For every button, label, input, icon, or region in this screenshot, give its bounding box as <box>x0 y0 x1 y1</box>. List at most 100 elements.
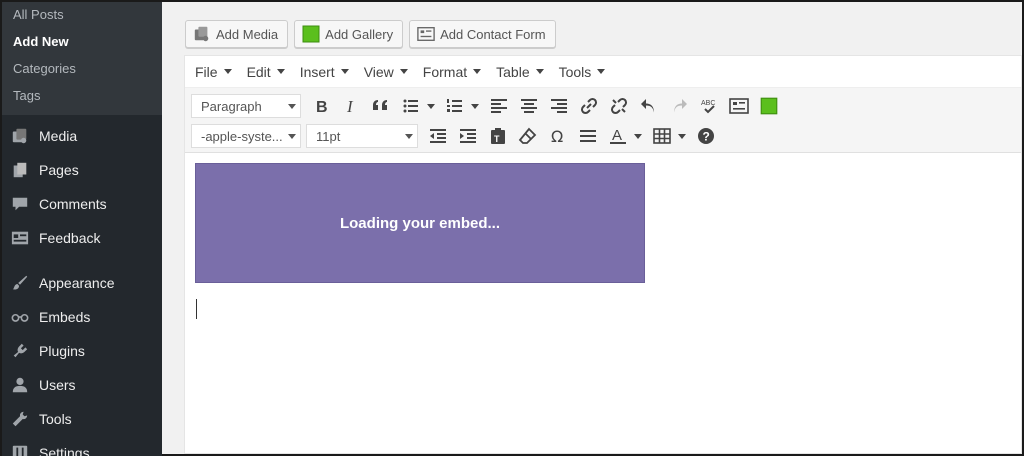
chevron-down-icon <box>399 69 408 74</box>
align-left-icon <box>491 99 507 113</box>
sidebar-item-label: Embeds <box>39 309 91 325</box>
posts-submenu: All Posts Add New Categories Tags <box>2 2 162 115</box>
sidebar-item-label: Users <box>39 377 76 393</box>
paste-text-button[interactable]: T <box>483 122 513 150</box>
chevron-down-icon <box>276 69 285 74</box>
chevron-down-icon <box>427 103 435 109</box>
embed-loading-text: Loading your embed... <box>339 214 500 232</box>
text-cursor <box>196 299 197 319</box>
toolbar-row-1: Paragraph B I ABC <box>191 91 1021 121</box>
embeds-icon <box>10 307 30 327</box>
align-center-button[interactable] <box>514 92 544 120</box>
outdent-button[interactable] <box>423 122 453 150</box>
blockquote-button[interactable] <box>366 92 396 120</box>
sidebar-item-embeds[interactable]: Embeds <box>2 300 162 334</box>
unlink-icon <box>610 97 628 115</box>
menu-file[interactable]: File <box>195 64 232 80</box>
sidebar-item-label: Feedback <box>39 230 101 246</box>
align-left-button[interactable] <box>484 92 514 120</box>
clipboard-icon: T <box>491 128 505 144</box>
sidebar-item-plugins[interactable]: Plugins <box>2 334 162 368</box>
add-media-button[interactable]: Add Media <box>185 20 289 48</box>
format-select[interactable]: Paragraph <box>191 94 301 118</box>
undo-icon <box>641 99 654 113</box>
contact-form-icon <box>417 27 435 41</box>
post-edit-area: Add Media Add Gallery Add Contact Form F… <box>162 2 1022 454</box>
user-icon <box>10 375 30 395</box>
chevron-down-icon <box>340 69 349 74</box>
submenu-tags[interactable]: Tags <box>2 85 162 112</box>
special-character-button[interactable]: Ω <box>543 122 573 150</box>
wrench-icon <box>10 409 30 429</box>
editor-content-area[interactable]: Loading your embed... <box>185 153 1021 453</box>
menu-format[interactable]: Format <box>423 64 482 80</box>
submenu-all-posts[interactable]: All Posts <box>2 4 162 31</box>
spellcheck-button[interactable]: ABC <box>694 92 724 120</box>
sidebar-item-media[interactable]: Media <box>2 119 162 153</box>
bold-button[interactable]: B <box>306 92 336 120</box>
bold-icon: B <box>316 99 328 116</box>
sidebar-item-settings[interactable]: Settings <box>2 436 162 456</box>
indent-button[interactable] <box>453 122 483 150</box>
sidebar-item-label: Media <box>39 128 78 144</box>
table-button[interactable] <box>647 122 691 150</box>
bullet-list-icon <box>403 99 418 113</box>
chevron-down-icon <box>288 103 296 109</box>
add-contact-form-button[interactable]: Add Contact Form <box>409 20 556 48</box>
chevron-down-icon <box>223 69 232 74</box>
sidebar-item-users[interactable]: Users <box>2 368 162 402</box>
clear-formatting-button[interactable] <box>513 122 543 150</box>
text-color-button[interactable]: A <box>603 122 647 150</box>
chevron-down-icon <box>678 133 686 139</box>
gallery-icon <box>760 97 778 115</box>
font-family-select[interactable]: -apple-syste... <box>191 124 301 148</box>
font-size-select[interactable]: 11pt <box>306 124 418 148</box>
contact-form-button[interactable] <box>724 92 754 120</box>
gallery-button[interactable] <box>754 92 784 120</box>
admin-menu: Media Pages Comments Feedback Appearance <box>2 115 162 456</box>
svg-text:?: ? <box>703 130 710 144</box>
insert-link-button[interactable] <box>574 92 604 120</box>
gallery-icon <box>302 25 320 43</box>
italic-button[interactable]: I <box>336 92 366 120</box>
sidebar-item-pages[interactable]: Pages <box>2 153 162 187</box>
omega-icon: Ω <box>551 127 563 146</box>
sidebar-item-tools[interactable]: Tools <box>2 402 162 436</box>
sidebar-item-label: Plugins <box>39 343 85 359</box>
eraser-icon <box>518 127 537 144</box>
contact-form-icon <box>729 98 749 114</box>
align-center-icon <box>521 99 537 113</box>
tinymce-editor: File Edit Insert View Format Table Tools… <box>184 55 1022 454</box>
menu-tools[interactable]: Tools <box>559 64 606 80</box>
menu-edit[interactable]: Edit <box>247 64 285 80</box>
sidebar-item-label: Tools <box>39 411 72 427</box>
menu-view[interactable]: View <box>364 64 408 80</box>
remove-link-button[interactable] <box>604 92 634 120</box>
sidebar-item-appearance[interactable]: Appearance <box>2 266 162 300</box>
redo-button[interactable] <box>664 92 694 120</box>
quote-icon <box>373 100 387 110</box>
embed-placeholder[interactable]: Loading your embed... <box>195 163 645 283</box>
add-gallery-button[interactable]: Add Gallery <box>294 20 404 48</box>
editor-menubar: File Edit Insert View Format Table Tools <box>185 56 1021 88</box>
svg-text:A: A <box>612 127 622 144</box>
admin-sidebar: All Posts Add New Categories Tags Media … <box>2 2 162 456</box>
undo-button[interactable] <box>634 92 664 120</box>
add-media-label: Add Media <box>216 26 279 42</box>
horizontal-line-button[interactable] <box>573 122 603 150</box>
sidebar-item-comments[interactable]: Comments <box>2 187 162 221</box>
menu-table[interactable]: Table <box>496 64 544 80</box>
bullet-list-button[interactable] <box>396 92 440 120</box>
menu-insert[interactable]: Insert <box>300 64 349 80</box>
plug-icon <box>10 341 30 361</box>
sidebar-item-label: Appearance <box>39 275 115 291</box>
submenu-categories[interactable]: Categories <box>2 58 162 85</box>
align-right-button[interactable] <box>544 92 574 120</box>
submenu-add-new[interactable]: Add New <box>2 31 162 58</box>
help-button[interactable]: ? <box>691 122 721 150</box>
toolbar-row-2: -apple-syste... 11pt T Ω A ? <box>191 121 1021 151</box>
link-icon <box>580 97 598 115</box>
svg-text:I: I <box>346 97 354 116</box>
sidebar-item-feedback[interactable]: Feedback <box>2 221 162 255</box>
numbered-list-button[interactable] <box>440 92 484 120</box>
